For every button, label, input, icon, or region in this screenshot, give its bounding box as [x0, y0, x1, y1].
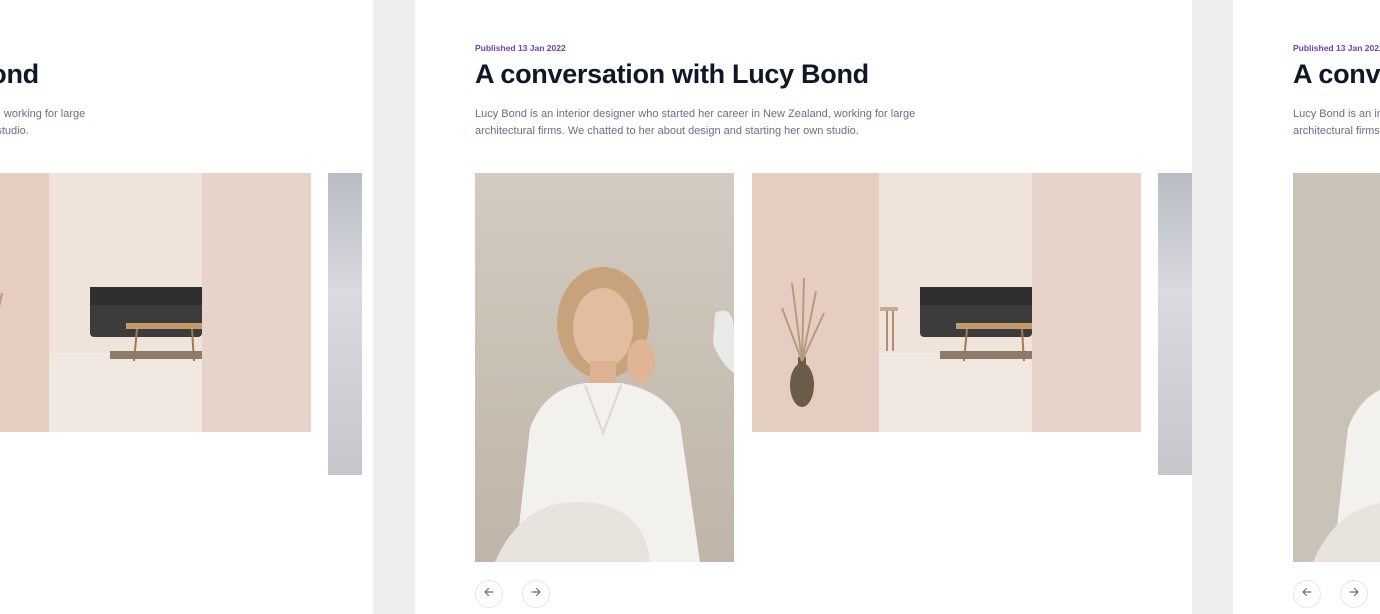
- previous-slide-button: [1293, 580, 1321, 608]
- previous-slide-button[interactable]: [475, 580, 503, 608]
- living-room-photo[interactable]: [752, 173, 1141, 432]
- published-date: Published 13 Jan 2022: [475, 43, 566, 53]
- article-title: A conversation with Lucy Bond: [1293, 59, 1380, 89]
- living-room-photo: [0, 173, 311, 432]
- next-slide-button[interactable]: [522, 580, 550, 608]
- arrow-right-icon: [530, 585, 542, 603]
- article-card: Published 13 Jan 2022 A conversation wit…: [415, 0, 1192, 614]
- previous-article-card: Published 13 Jan 2022 A conversation wit…: [0, 0, 373, 614]
- portrait-photo[interactable]: [475, 173, 734, 562]
- article-description: Lucy Bond is an interior designer who st…: [475, 108, 916, 137]
- portrait-photo: [1293, 173, 1380, 562]
- arrow-right-icon: [1348, 585, 1360, 603]
- published-date: Published 13 Jan 2022: [1293, 43, 1380, 53]
- next-article-card: Published 13 Jan 2022 A conversation wit…: [1233, 0, 1380, 614]
- arrow-left-icon: [1301, 585, 1313, 603]
- next-photo-preview: [328, 173, 362, 475]
- next-photo-preview[interactable]: [1158, 173, 1192, 475]
- article-description: Lucy Bond is an interior designer who st…: [0, 108, 86, 137]
- arrow-left-icon: [483, 585, 495, 603]
- article-title: A conversation with Lucy Bond: [475, 59, 869, 89]
- next-slide-button: [1340, 580, 1368, 608]
- article-description: Lucy Bond is an interior designer who st…: [1293, 108, 1380, 137]
- article-title: A conversation with Lucy Bond: [0, 59, 39, 89]
